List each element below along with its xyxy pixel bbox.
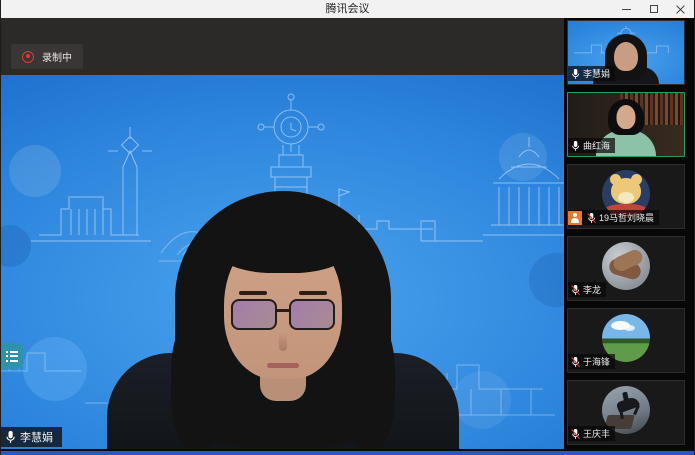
close-icon [676,5,685,14]
main-stage: 录制中 [1,18,564,449]
avatar-detail [624,325,635,331]
recording-indicator: 录制中 [11,44,83,69]
speaker-fringe [217,219,349,273]
speaker-mouth [267,363,299,368]
participant-name-label: 王庆丰 [568,426,615,441]
speaker-nose [279,333,287,351]
stage-topbar: 录制中 [1,18,564,75]
speaker-hair-strand [343,319,395,449]
participant-name: 曲红海 [583,139,610,152]
participant-name-label: 曲红海 [568,138,615,153]
mic-muted-icon [571,284,580,296]
mic-muted-icon [571,428,580,440]
mini-speaker-face [614,42,638,71]
maximize-button[interactable] [640,0,667,18]
glasses-lens [231,299,277,330]
participant-name-label: 于海锋 [568,354,615,369]
member-icon [568,211,582,225]
participant-tile-liuxiaochen[interactable]: 19马哲刘晓晨 [567,164,685,229]
main-video: 李慧娟 [1,75,564,449]
participant-tile-wangqingfeng[interactable]: 王庆丰 [567,380,685,445]
participant-name: 李龙 [583,283,601,296]
speaker-hair-strand [171,319,223,449]
participants-sidebar: 李慧娟 曲红海 [564,18,694,449]
avatar-detail [618,192,634,203]
window-title: 腾讯会议 [1,0,694,18]
titlebar: 腾讯会议 [1,0,694,18]
mic-on-icon [571,68,580,80]
participant-name-label: 19马哲刘晓晨 [568,210,659,225]
speaker-name-label: 李慧娟 [1,427,62,447]
participant-tile-yuhaifeng[interactable]: 于海锋 [567,308,685,373]
participant-name-label: 李慧娟 [568,66,615,81]
window-controls [613,0,694,18]
minimize-icon [622,9,631,10]
avatar-detail [622,392,629,402]
panel-toggle-button[interactable] [1,343,23,369]
glasses-lens [289,299,335,330]
participant-name: 李慧娟 [583,67,610,80]
participant-tile-lihuijuan[interactable]: 李慧娟 [567,20,685,85]
participant-name: 于海锋 [583,355,610,368]
speaker-name: 李慧娟 [20,429,53,445]
speaker-eyebrow [239,291,267,295]
participant-tile-lilong[interactable]: 李龙 [567,236,685,301]
main-speaker-video [98,191,468,449]
close-button[interactable] [667,0,694,18]
speaker-eyebrow [299,291,327,295]
participant-face [617,105,636,129]
recording-label: 录制中 [42,49,72,64]
maximize-icon [650,5,658,13]
participant-name: 19马哲刘晓晨 [599,211,654,224]
bottom-blue-strip [1,451,694,455]
list-icon [6,351,18,362]
meeting-window: 腾讯会议 录制中 [0,0,695,455]
record-dot-icon [22,51,34,63]
participant-name: 王庆丰 [583,427,610,440]
mic-on-icon [5,430,16,444]
mic-muted-icon [571,356,580,368]
participant-name-label: 李龙 [568,282,606,297]
clasped-hands-avatar [602,242,650,290]
app-body: 录制中 [1,18,694,449]
participant-tile-quhonghai[interactable]: 曲红海 [567,92,685,157]
mic-on-icon [571,140,580,152]
minimize-button[interactable] [613,0,640,18]
mic-muted-icon [587,212,596,224]
glasses-bridge [277,309,289,312]
